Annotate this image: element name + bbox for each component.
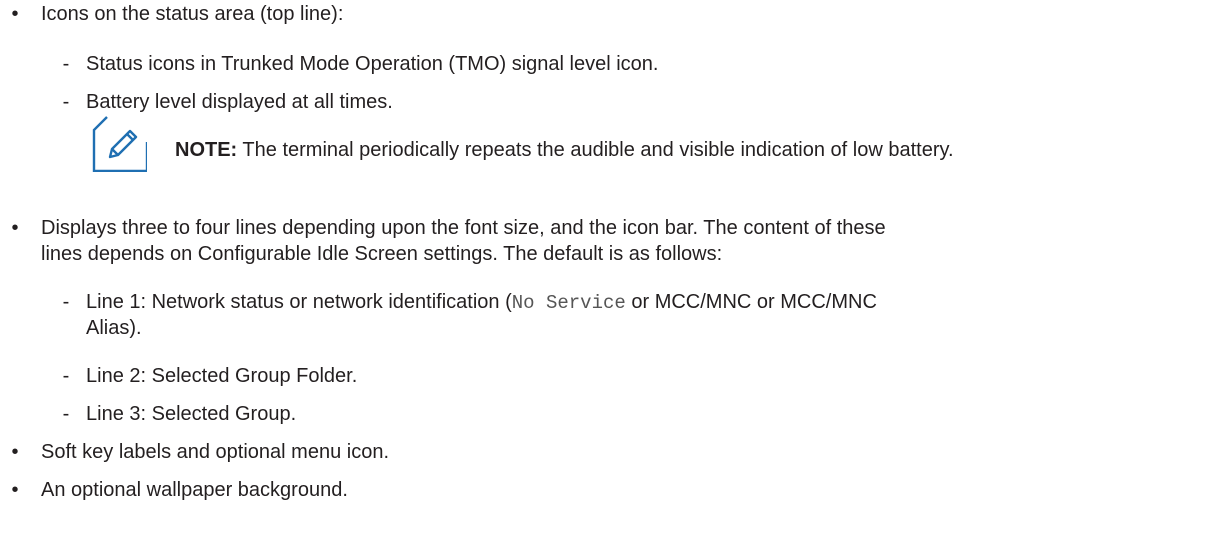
- bullet-marker: •: [11, 479, 19, 501]
- bullet-text: Soft key labels and optional menu icon.: [41, 441, 389, 463]
- bullet-marker: •: [11, 441, 19, 463]
- bullet-text: Icons on the status area (top line):: [41, 3, 344, 25]
- note-text: The terminal periodically repeats the au…: [242, 139, 954, 161]
- no-service-code: No Service: [511, 292, 626, 314]
- dash-marker: -: [62, 91, 70, 113]
- bullet-text-line2: lines depends on Configurable Idle Scree…: [41, 243, 723, 265]
- sub-item-text: Battery level displayed at all times.: [86, 91, 393, 113]
- bullet-marker: •: [11, 217, 19, 239]
- note-block: NOTE: The terminal periodically repeats …: [175, 138, 954, 162]
- bullet-marker: •: [11, 3, 19, 25]
- bullet-text: An optional wallpaper background.: [41, 479, 348, 501]
- dash-marker: -: [62, 403, 70, 425]
- line1-prefix: Line 1: Network status or network identi…: [86, 291, 512, 313]
- sub-item-text: Line 2: Selected Group Folder.: [86, 365, 358, 387]
- dash-marker: -: [62, 365, 70, 387]
- document-page: • Icons on the status area (top line): -…: [0, 0, 1217, 543]
- dash-marker: -: [62, 53, 70, 75]
- line1-suffix: or MCC/MNC or MCC/MNC: [625, 291, 877, 313]
- note-pencil-icon: [92, 116, 147, 172]
- sub-item-text: Line 3: Selected Group.: [86, 403, 297, 425]
- note-label: NOTE:: [175, 139, 238, 161]
- bullet-text-line1: Displays three to four lines depending u…: [41, 217, 886, 239]
- sub-item-text: Line 1: Network status or network identi…: [86, 290, 877, 315]
- dash-marker: -: [62, 291, 70, 313]
- sub-item-text: Status icons in Trunked Mode Operation (…: [86, 53, 659, 75]
- sub-item-continuation: Alias).: [86, 317, 142, 339]
